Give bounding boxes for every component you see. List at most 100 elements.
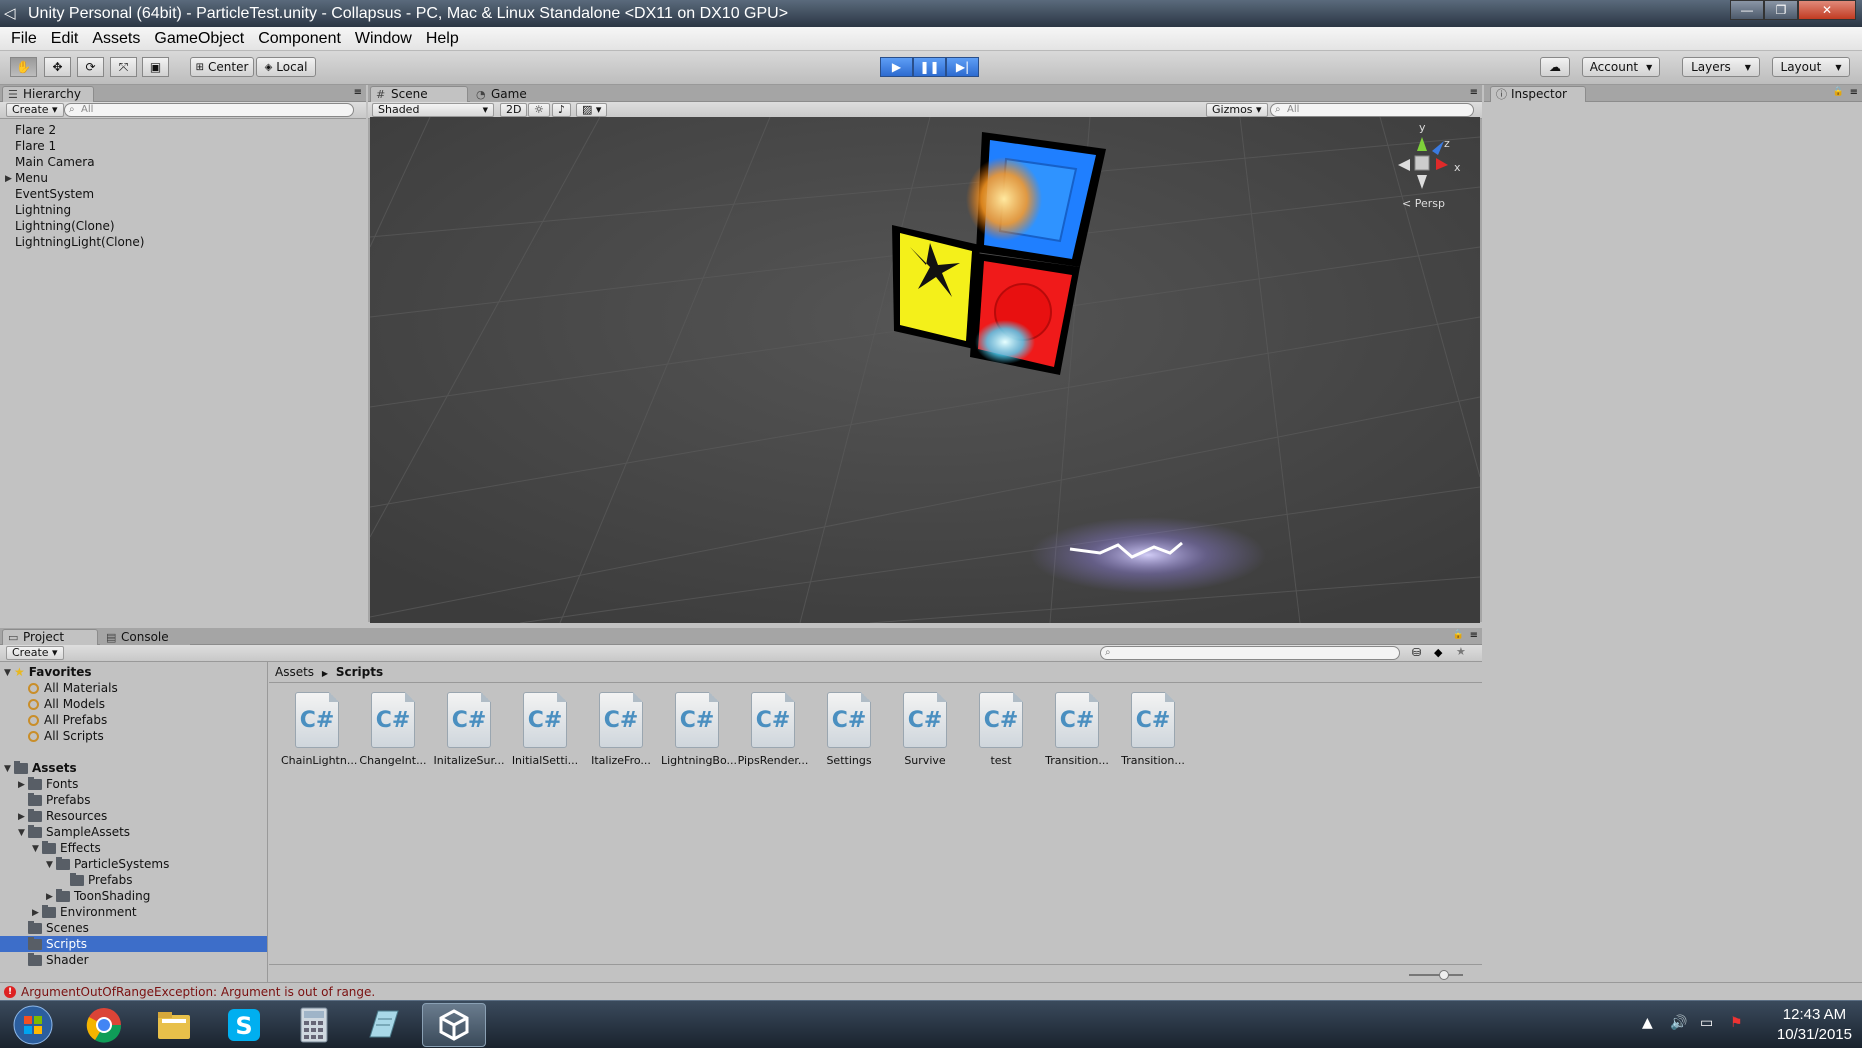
expand-arrow-icon[interactable]: ▶: [5, 174, 12, 184]
script-asset[interactable]: C# Settings: [813, 692, 885, 767]
folder-item-selected[interactable]: Scripts: [0, 936, 267, 952]
folder-item[interactable]: Prefabs: [70, 872, 133, 888]
layout-dropdown[interactable]: Layout ▼: [1772, 57, 1850, 77]
expand-arrow-icon[interactable]: ▶: [18, 812, 25, 822]
taskbar-unity[interactable]: [422, 1003, 486, 1047]
script-asset[interactable]: C# InitialSetti...: [509, 692, 581, 767]
script-asset[interactable]: C# ChangeInt...: [357, 692, 429, 767]
collapse-arrow-icon[interactable]: ▼: [46, 860, 53, 870]
scene-view[interactable]: y z x < Persp: [370, 117, 1480, 623]
hierarchy-item[interactable]: Main Camera: [15, 154, 95, 170]
pivot-center-button[interactable]: ⊞ Center: [190, 57, 254, 77]
lock-icon[interactable]: 🔒: [1453, 630, 1464, 640]
slider-thumb[interactable]: [1439, 970, 1449, 980]
breadcrumb-root[interactable]: Assets: [275, 665, 314, 679]
lock-icon[interactable]: 🔒: [1833, 87, 1844, 97]
taskbar-clock[interactable]: 12:43 AM 10/31/2015: [1777, 1005, 1852, 1045]
favorite-item[interactable]: All Models: [28, 696, 105, 712]
filter-by-type-icon[interactable]: ⛁: [1412, 646, 1421, 659]
audio-toggle[interactable]: ♪: [552, 103, 572, 117]
folder-item[interactable]: ParticleSystems: [56, 856, 169, 872]
expand-arrow-icon[interactable]: ▶: [46, 892, 53, 902]
tab-hierarchy[interactable]: ☰ Hierarchy: [2, 86, 94, 102]
taskbar-explorer[interactable]: [142, 1003, 206, 1047]
action-center-flag-icon[interactable]: ⚑: [1730, 1015, 1743, 1031]
favorite-item[interactable]: All Scripts: [28, 728, 104, 744]
folder-item[interactable]: Environment: [42, 904, 137, 920]
menu-gameobject[interactable]: GameObject: [154, 30, 244, 48]
expand-arrow-icon[interactable]: ▶: [18, 780, 25, 790]
script-asset[interactable]: C# ItalizeFro...: [585, 692, 657, 767]
orientation-gizmo[interactable]: y z x < Persp: [1392, 121, 1462, 213]
favorite-item[interactable]: All Prefabs: [28, 712, 107, 728]
scene-search-input[interactable]: ⌕ All: [1270, 103, 1474, 117]
cube-yellow-tile[interactable]: [892, 225, 980, 349]
rotate-tool-button[interactable]: ⟳: [77, 57, 104, 77]
hierarchy-item[interactable]: Flare 1: [15, 138, 56, 154]
taskbar-chrome[interactable]: [72, 1003, 136, 1047]
account-dropdown[interactable]: Account ▼: [1582, 57, 1660, 77]
assets-header[interactable]: Assets: [14, 760, 77, 776]
gizmos-dropdown[interactable]: Gizmos ▾: [1206, 103, 1268, 117]
collapse-arrow-icon[interactable]: ▼: [18, 828, 25, 838]
panel-menu-icon[interactable]: ≡: [354, 87, 362, 98]
folder-item[interactable]: Resources: [28, 808, 107, 824]
hierarchy-search-input[interactable]: ⌕ All: [64, 103, 354, 117]
hierarchy-item[interactable]: Lightning(Clone): [15, 218, 115, 234]
breadcrumb-current[interactable]: Scripts: [336, 665, 383, 679]
hierarchy-item[interactable]: Flare 2: [15, 122, 56, 138]
script-asset[interactable]: C# Transition...: [1041, 692, 1113, 767]
console-status-bar[interactable]: ! ArgumentOutOfRangeException: Argument …: [0, 982, 1862, 1000]
menu-edit[interactable]: Edit: [51, 30, 79, 48]
tray-expand-icon[interactable]: ▲: [1642, 1015, 1653, 1031]
maximize-button[interactable]: ❐: [1764, 0, 1798, 20]
network-icon[interactable]: ▭: [1700, 1015, 1713, 1031]
hierarchy-item[interactable]: Lightning: [15, 202, 71, 218]
tab-console[interactable]: ▤ Console: [100, 629, 190, 645]
project-create-button[interactable]: Create ▾: [6, 646, 64, 660]
scene-canvas[interactable]: [370, 117, 1480, 623]
folder-item[interactable]: Fonts: [28, 776, 78, 792]
collapse-arrow-icon[interactable]: ▼: [4, 668, 11, 678]
play-button[interactable]: ▶: [880, 57, 913, 77]
move-tool-button[interactable]: ✥: [44, 57, 71, 77]
taskbar-notepad[interactable]: [352, 1003, 416, 1047]
favorite-item[interactable]: All Materials: [28, 680, 118, 696]
effects-dropdown[interactable]: ▨ ▾: [576, 103, 608, 117]
start-button[interactable]: [4, 1003, 62, 1047]
script-asset[interactable]: C# LightningBo...: [661, 692, 737, 767]
minimize-button[interactable]: —: [1730, 0, 1764, 20]
script-asset[interactable]: C# test: [965, 692, 1037, 767]
panel-menu-icon[interactable]: ≡: [1850, 87, 1858, 98]
script-asset[interactable]: C# ChainLightn...: [281, 692, 357, 767]
hierarchy-item[interactable]: LightningLight(Clone): [15, 234, 144, 250]
volume-icon[interactable]: 🔊: [1670, 1015, 1687, 1031]
folder-item[interactable]: SampleAssets: [28, 824, 130, 840]
folder-item[interactable]: Scenes: [28, 920, 89, 936]
panel-menu-icon[interactable]: ≡: [1470, 630, 1478, 641]
step-button[interactable]: ▶|: [946, 57, 979, 77]
tab-project[interactable]: ▭ Project: [2, 629, 98, 645]
persp-label[interactable]: < Persp: [1402, 197, 1445, 210]
menu-assets[interactable]: Assets: [92, 30, 140, 48]
favorite-star-icon[interactable]: ★: [1456, 645, 1466, 658]
cloud-button[interactable]: ☁: [1540, 57, 1570, 77]
hierarchy-item[interactable]: EventSystem: [15, 186, 94, 202]
hierarchy-create-button[interactable]: Create ▾: [6, 103, 64, 117]
taskbar-calculator[interactable]: [282, 1003, 346, 1047]
folder-item[interactable]: Shader: [28, 952, 89, 968]
tab-inspector[interactable]: ⓘ Inspector: [1490, 86, 1586, 102]
collapse-arrow-icon[interactable]: ▼: [32, 844, 39, 854]
shading-mode-dropdown[interactable]: Shaded ▼: [372, 103, 494, 117]
scale-tool-button[interactable]: ⤧: [110, 57, 137, 77]
folder-item[interactable]: Effects: [42, 840, 101, 856]
folder-item[interactable]: Prefabs: [28, 792, 91, 808]
pivot-local-button[interactable]: ◈ Local: [256, 57, 316, 77]
tab-scene[interactable]: # Scene: [370, 86, 468, 102]
taskbar-skype[interactable]: S: [212, 1003, 276, 1047]
favorites-header[interactable]: ★ Favorites: [14, 664, 91, 680]
project-search-input[interactable]: ⌕: [1100, 646, 1400, 660]
filter-by-label-icon[interactable]: ◆: [1434, 646, 1442, 659]
menu-component[interactable]: Component: [258, 30, 341, 48]
menu-file[interactable]: File: [11, 30, 37, 48]
